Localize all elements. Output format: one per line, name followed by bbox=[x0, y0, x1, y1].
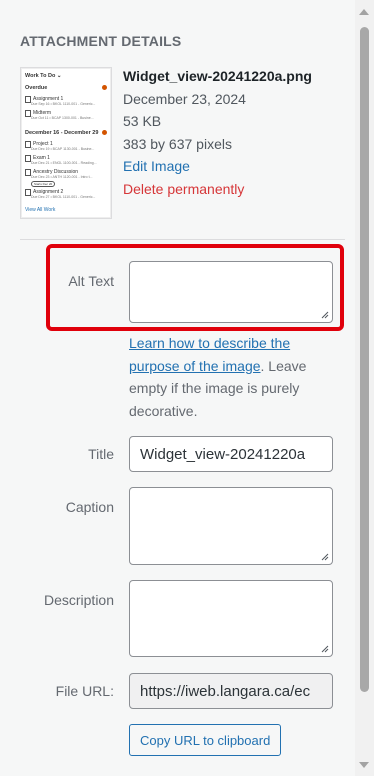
thumb-range: December 16 - December 29 bbox=[25, 130, 107, 136]
thumb-pill: Starts Dec 20 bbox=[31, 181, 56, 187]
thumb-item-sub: Due Oct 11 • BCAP 1300-001 - Busine... bbox=[31, 116, 94, 120]
thumb-item-sub: Due Sep 16 • BKOL 1110-001 - Generic... bbox=[31, 102, 96, 106]
thumb-item-sub: Due Dec 19 • BCAP 1130-001 - Busine... bbox=[31, 147, 95, 151]
section-title: ATTACHMENT DETAILS bbox=[20, 33, 182, 49]
attachment-details-panel: ATTACHMENT DETAILS Work To Do ⌄ Overdue … bbox=[0, 0, 374, 776]
description-field[interactable] bbox=[129, 580, 333, 657]
alt-text-field[interactable] bbox=[129, 261, 333, 323]
description-label: Description bbox=[43, 592, 114, 608]
thumb-pill-row: Starts Dec 20 bbox=[31, 181, 107, 187]
thumb-item-sub: Due Dec 21 • ENGL 1100-001 - Reading... bbox=[31, 161, 97, 165]
upload-date: December 23, 2024 bbox=[123, 90, 246, 107]
alert-dot-icon bbox=[102, 85, 107, 90]
scroll-up-arrow-icon[interactable] bbox=[359, 9, 369, 15]
attachment-meta: Widget_view-20241220a.png December 23, 2… bbox=[123, 65, 312, 200]
image-dimensions: 383 by 637 pixels bbox=[123, 135, 232, 152]
attachment-thumbnail[interactable]: Work To Do ⌄ Overdue Assignment 1 Due Se… bbox=[20, 67, 112, 219]
chevron-down-icon: ⌄ bbox=[56, 73, 62, 79]
edit-image-link[interactable]: Edit Image bbox=[123, 155, 312, 178]
thumb-overdue: Overdue bbox=[25, 85, 107, 91]
alt-text-help: Learn how to describe the purpose of the… bbox=[129, 332, 339, 422]
thumb-item-sub: Due Dec 27 • BKOL 1110-001 - Generic... bbox=[31, 195, 96, 199]
alert-dot-icon bbox=[102, 130, 107, 135]
caption-field[interactable] bbox=[129, 487, 333, 565]
title-label: Title bbox=[88, 446, 114, 462]
thumb-footer-link: View All Work bbox=[25, 207, 56, 213]
file-url-field[interactable] bbox=[129, 673, 333, 709]
file-size: 53 KB bbox=[123, 113, 162, 129]
delete-permanently-link[interactable]: Delete permanently bbox=[123, 178, 312, 201]
copy-url-button[interactable]: Copy URL to clipboard bbox=[129, 724, 282, 756]
title-field[interactable] bbox=[129, 436, 333, 472]
thumb-header: Work To Do ⌄ bbox=[25, 73, 62, 79]
scrollbar[interactable] bbox=[355, 0, 374, 776]
scrollbar-thumb[interactable] bbox=[360, 27, 369, 692]
file-url-label: File URL: bbox=[55, 683, 114, 699]
divider bbox=[20, 239, 345, 240]
scroll-down-arrow-icon[interactable] bbox=[359, 762, 369, 768]
caption-label: Caption bbox=[65, 499, 114, 515]
alt-text-label: Alt Text bbox=[68, 273, 114, 289]
thumb-item-sub: Due Dec 23 • ANTH 1120-001 - Intro t... bbox=[31, 175, 93, 179]
file-name: Widget_view-20241220a.png bbox=[123, 68, 312, 84]
